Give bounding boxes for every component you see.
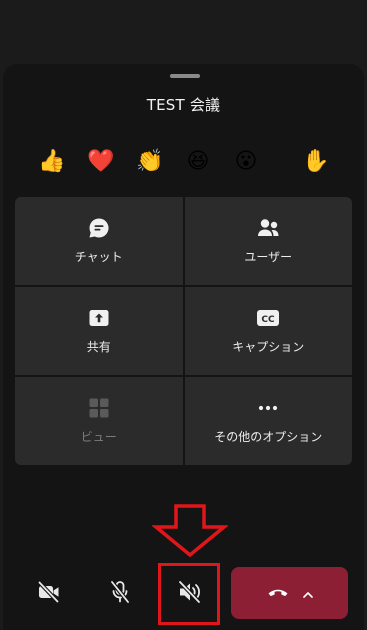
reaction-applause-button[interactable]: 👏 <box>134 146 166 178</box>
reaction-like-button[interactable]: 👍 <box>36 146 68 178</box>
reaction-heart-button[interactable]: ❤️ <box>85 146 117 178</box>
chevron-up-icon[interactable] <box>302 584 313 603</box>
reaction-surprised-button[interactable]: 😮 <box>230 146 262 178</box>
down-arrow-annotation <box>151 503 229 558</box>
call-controls <box>3 567 364 619</box>
share-button[interactable]: 共有 <box>15 287 183 375</box>
chat-label: チャット <box>74 250 123 264</box>
captions-label: キャプション <box>232 340 305 354</box>
phone-hangup-icon <box>267 584 289 603</box>
share-tray-icon <box>88 307 110 329</box>
meeting-screen: TEST 会議 👍 ❤️ 👏 😆 😮 ✋ チャット ユーザー 共有 CC キャプ… <box>0 0 367 630</box>
reaction-laugh-button[interactable]: 😆 <box>182 146 214 178</box>
more-options-label: その他のオプション <box>214 430 323 444</box>
mic-off-icon <box>109 580 131 608</box>
speaker-toggle-button[interactable] <box>168 569 212 619</box>
more-options-button[interactable]: その他のオプション <box>184 377 352 465</box>
grid-view-icon <box>88 397 110 419</box>
view-button[interactable]: ビュー <box>15 377 183 465</box>
chat-button[interactable]: チャット <box>15 197 183 285</box>
cc-icon: CC <box>256 307 280 329</box>
share-label: 共有 <box>86 340 111 354</box>
raise-hand-button[interactable]: ✋ <box>300 146 332 178</box>
chat-bubble-icon <box>88 217 110 239</box>
reaction-bar: 👍 ❤️ 👏 😆 😮 ✋ <box>3 146 364 178</box>
sheet-drag-handle[interactable] <box>170 74 200 78</box>
svg-text:CC: CC <box>262 315 276 325</box>
meeting-title: TEST 会議 <box>146 96 221 114</box>
view-label: ビュー <box>80 430 117 444</box>
hangup-button[interactable] <box>231 567 348 619</box>
camera-toggle-button[interactable] <box>27 569 71 619</box>
people-icon <box>256 217 280 239</box>
ellipsis-icon <box>257 397 279 419</box>
options-grid: チャット ユーザー 共有 CC キャプション ビュー その他のオプション <box>15 197 352 465</box>
users-label: ユーザー <box>244 250 293 264</box>
speaker-off-icon <box>177 580 203 608</box>
camera-off-icon <box>37 581 61 607</box>
captions-button[interactable]: CC キャプション <box>184 287 352 375</box>
mic-toggle-button[interactable] <box>98 569 142 619</box>
users-button[interactable]: ユーザー <box>184 197 352 285</box>
